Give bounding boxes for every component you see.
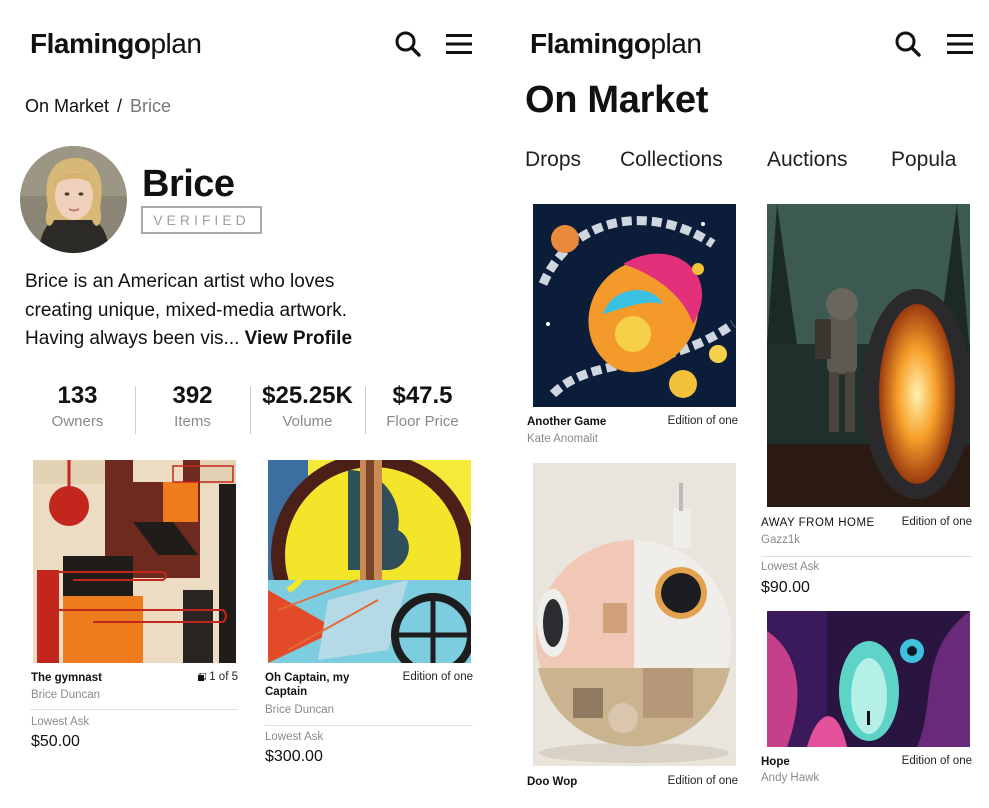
artist-profile-screen: Flamingoplan On Market / Brice Brice VER…	[0, 0, 494, 808]
flamingoplan-logo[interactable]: Flamingoplan	[530, 28, 702, 60]
artwork-doo-wop[interactable]	[533, 463, 736, 766]
page-title: On Market	[525, 79, 709, 121]
card-divider	[265, 725, 473, 726]
card-edition: Edition of one	[402, 671, 473, 683]
card-title[interactable]: The gymnast	[31, 671, 181, 685]
artist-name: Brice	[142, 163, 235, 205]
breadcrumb: On Market / Brice	[25, 96, 171, 117]
search-icon[interactable]	[894, 30, 922, 58]
artwork-oh-captain[interactable]	[268, 460, 471, 663]
category-tabs: Drops Collections Auctions Popula	[525, 148, 957, 180]
breadcrumb-separator: /	[117, 96, 123, 116]
artist-stats: 133 Owners 392 Items $25.25K Volume $47.…	[20, 381, 480, 435]
on-market-screen: Flamingoplan On Market Drops Collections…	[496, 0, 989, 808]
artist-avatar	[20, 146, 127, 253]
stat-value: $25.25K	[262, 382, 353, 409]
card-artist[interactable]: Brice Duncan	[265, 704, 334, 716]
card-title[interactable]: Hope	[761, 755, 790, 769]
lowest-ask-label: Lowest Ask	[265, 731, 324, 743]
flamingoplan-logo[interactable]: Flamingoplan	[30, 28, 202, 60]
edition-icon	[198, 672, 207, 681]
card-artist[interactable]: Andy Hawk	[761, 772, 819, 784]
lowest-ask-label: Lowest Ask	[31, 716, 90, 728]
card-edition: Edition of one	[667, 415, 738, 427]
tab-drops[interactable]: Drops	[525, 148, 581, 172]
artwork-hope[interactable]	[767, 611, 970, 747]
artwork-away-from-home[interactable]	[767, 204, 970, 507]
stat-label: Items	[174, 413, 211, 430]
card-artist[interactable]: Gazz1k	[761, 534, 800, 546]
card-title[interactable]: Another Game	[527, 415, 606, 429]
breadcrumb-current: Brice	[130, 96, 172, 116]
nft-card[interactable]: The gymnast 1 of 5 Brice Duncan Lowest A…	[30, 460, 238, 760]
lowest-ask-value: $50.00	[31, 733, 80, 750]
stat-label: Volume	[282, 413, 333, 430]
nft-card[interactable]: Doo Wop Edition of one	[527, 463, 740, 808]
artwork-another-game[interactable]	[533, 204, 736, 407]
stat-value: 133	[57, 382, 98, 409]
stat-value: $47.5	[392, 382, 453, 409]
card-artist[interactable]: Kate Anomalit	[527, 433, 598, 445]
card-title[interactable]: AWAY FROM HOME	[761, 516, 875, 530]
nft-card[interactable]: AWAY FROM HOME Edition of one Gazz1k Low…	[761, 204, 974, 604]
search-icon[interactable]	[394, 30, 422, 58]
stat-floor-price: $47.5 Floor Price	[365, 381, 480, 435]
card-divider	[761, 556, 971, 557]
nft-card[interactable]: Oh Captain, my Captain Edition of one Br…	[265, 460, 473, 780]
stat-value: 392	[172, 382, 213, 409]
view-profile-link[interactable]: View Profile	[245, 328, 352, 349]
card-divider	[30, 709, 238, 710]
card-edition: Edition of one	[667, 775, 738, 787]
lowest-ask-value: $300.00	[265, 748, 323, 765]
verified-badge: VERIFIED	[141, 206, 262, 234]
breadcrumb-on-market[interactable]: On Market	[25, 96, 109, 117]
tab-auctions[interactable]: Auctions	[767, 148, 848, 172]
tab-collections[interactable]: Collections	[620, 148, 723, 172]
card-title[interactable]: Oh Captain, my Captain	[265, 671, 365, 699]
stat-label: Owners	[51, 413, 104, 430]
card-artist[interactable]: Brice Duncan	[31, 689, 100, 701]
stat-volume: $25.25K Volume	[250, 381, 365, 435]
nft-card[interactable]: Another Game Edition of one Kate Anomali…	[527, 204, 740, 449]
card-title[interactable]: Doo Wop	[527, 775, 577, 789]
artwork-the-gymnast[interactable]	[33, 460, 236, 663]
stat-label: Floor Price	[386, 413, 459, 430]
stat-owners: 133 Owners	[20, 381, 135, 435]
card-edition: Edition of one	[901, 516, 972, 528]
stat-items: 392 Items	[135, 381, 250, 435]
artist-bio: Brice is an American artist who loves cr…	[25, 268, 375, 354]
menu-icon[interactable]	[946, 30, 974, 58]
menu-icon[interactable]	[445, 30, 473, 58]
tab-popular[interactable]: Popula	[891, 148, 956, 172]
card-edition: Edition of one	[901, 755, 972, 767]
lowest-ask-value: $90.00	[761, 579, 810, 596]
card-edition: 1 of 5	[190, 671, 238, 683]
lowest-ask-label: Lowest Ask	[761, 561, 820, 573]
nft-card[interactable]: Hope Edition of one Andy Hawk	[761, 611, 974, 801]
